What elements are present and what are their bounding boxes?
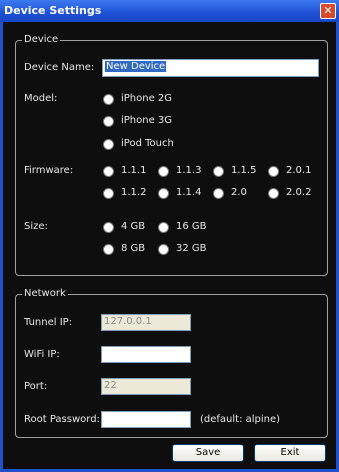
wifi-ip-label: WiFi IP: — [24, 349, 60, 360]
model-radio-iphone-3g[interactable] — [103, 116, 114, 127]
firmware-label-1-1-2: 1.1.2 — [121, 187, 147, 198]
device-name-value: New Device — [105, 61, 167, 72]
firmware-radio-2-0-2[interactable] — [268, 188, 279, 199]
size-label-4gb: 4 GB — [121, 221, 146, 232]
size-label-32gb: 32 GB — [176, 243, 207, 254]
firmware-label-1-1-5: 1.1.5 — [231, 165, 257, 176]
firmware-radio-1-1-2[interactable] — [103, 188, 114, 199]
port-input[interactable]: 22 — [101, 378, 191, 395]
root-password-hint: (default: alpine) — [200, 414, 281, 425]
firmware-radio-1-1-5[interactable] — [213, 166, 224, 177]
model-label-iphone-3g: iPhone 3G — [121, 115, 173, 126]
size-label-16gb: 16 GB — [176, 221, 207, 232]
firmware-radio-1-1-4[interactable] — [158, 188, 169, 199]
size-label: Size: — [24, 221, 48, 232]
firmware-radio-2-0[interactable] — [213, 188, 224, 199]
window-frame-left — [0, 22, 3, 472]
root-password-label: Root Password: — [24, 414, 100, 425]
model-label: Model: — [24, 93, 58, 104]
model-label-iphone-2g: iPhone 2G — [121, 93, 173, 104]
close-icon: ✕ — [323, 4, 333, 17]
tunnel-ip-input[interactable]: 127.0.0.1 — [101, 314, 191, 331]
port-label: Port: — [24, 381, 48, 392]
tunnel-ip-label: Tunnel IP: — [24, 317, 73, 328]
exit-button[interactable]: Exit — [254, 444, 326, 462]
window-title: Device Settings — [4, 4, 102, 17]
size-radio-4gb[interactable] — [103, 222, 114, 233]
port-value: 22 — [104, 380, 117, 391]
device-name-input[interactable]: New Device — [102, 59, 319, 77]
device-group-legend: Device — [22, 34, 61, 45]
size-radio-8gb[interactable] — [103, 244, 114, 255]
model-label-ipod-touch: iPod Touch — [121, 138, 174, 149]
root-password-input[interactable] — [101, 411, 191, 428]
network-group-legend: Network — [22, 288, 68, 299]
firmware-label-2-0: 2.0 — [231, 187, 247, 198]
firmware-label-2-0-2: 2.0.2 — [286, 187, 312, 198]
firmware-radio-1-1-1[interactable] — [103, 166, 114, 177]
close-button[interactable]: ✕ — [320, 3, 336, 19]
firmware-label-1-1-3: 1.1.3 — [176, 165, 202, 176]
size-radio-16gb[interactable] — [158, 222, 169, 233]
firmware-label-2-0-1: 2.0.1 — [286, 165, 312, 176]
device-name-label: Device Name: — [24, 62, 95, 73]
model-radio-iphone-2g[interactable] — [103, 94, 114, 105]
size-label-8gb: 8 GB — [121, 243, 146, 254]
title-bar: Device Settings ✕ — [0, 0, 339, 22]
model-radio-ipod-touch[interactable] — [103, 139, 114, 150]
tunnel-ip-value: 127.0.0.1 — [104, 316, 152, 327]
firmware-label: Firmware: — [24, 165, 74, 176]
save-button[interactable]: Save — [172, 444, 244, 462]
wifi-ip-input[interactable] — [101, 346, 191, 363]
firmware-label-1-1-1: 1.1.1 — [121, 165, 147, 176]
firmware-radio-1-1-3[interactable] — [158, 166, 169, 177]
firmware-radio-2-0-1[interactable] — [268, 166, 279, 177]
firmware-label-1-1-4: 1.1.4 — [176, 187, 202, 198]
size-radio-32gb[interactable] — [158, 244, 169, 255]
